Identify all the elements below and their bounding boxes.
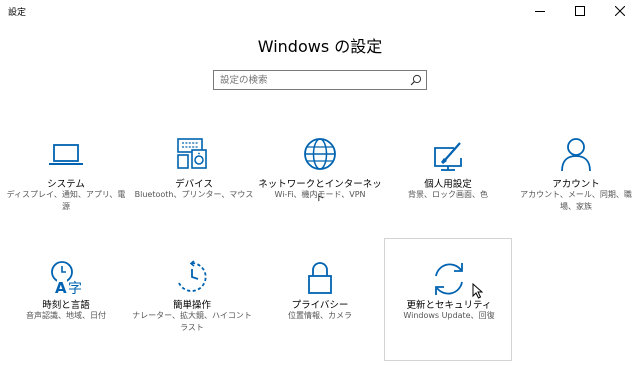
mouse-cursor-icon (472, 283, 483, 299)
tile-label: 個人用設定 (424, 179, 472, 190)
tile-ease-of-access[interactable]: 簡単操作 ナレーター、拡大鏡、ハイコントラスト (128, 259, 256, 368)
tile-label: 簡単操作 (172, 300, 211, 311)
search-icon[interactable] (410, 74, 422, 86)
tile-update-security[interactable]: 更新とセキュリティ Windows Update、回復 (384, 238, 512, 361)
tile-time-language[interactable]: A 字 時刻と言語 音声認識、地域、日付 (2, 259, 130, 368)
minimize-icon (535, 11, 545, 12)
svg-text:字: 字 (68, 281, 82, 297)
tile-system[interactable]: システム ディスプレイ、通知、アプリ、電源 (2, 136, 130, 258)
title-bar: 設定 (0, 0, 640, 22)
close-icon (615, 6, 625, 16)
tile-description: 音声認識、地域、日付 (26, 311, 106, 320)
tile-privacy[interactable]: プライバシー 位置情報、カメラ (256, 259, 384, 368)
time-language-icon: A 字 (51, 261, 82, 297)
tile-label: システム (47, 179, 85, 190)
tile-description: 背景、ロック画面、色 (408, 190, 488, 199)
tile-devices[interactable]: デバイス Bluetooth、プリンター、マウス (130, 136, 258, 258)
tile-description: Bluetooth、プリンター、マウス (134, 190, 254, 199)
tile-description: 位置情報、カメラ (288, 311, 352, 320)
ease-of-access-icon (178, 260, 207, 292)
tile-label: プライバシー (291, 300, 349, 311)
devices-icon (177, 138, 207, 169)
search-input[interactable] (220, 74, 400, 87)
tile-description: ディスプレイ、通知、アプリ、電源 (6, 190, 126, 211)
maximize-icon (575, 6, 585, 16)
tile-description: Windows Update、回復 (403, 311, 495, 320)
lock-icon (308, 262, 332, 294)
close-button[interactable] (600, 0, 640, 22)
search-box[interactable] (213, 70, 427, 90)
tile-description: Wi-Fi、機内モード、VPN (274, 190, 366, 199)
tile-label: 時刻と言語 (42, 300, 90, 311)
tile-label: アカウント (552, 179, 600, 190)
tile-network[interactable]: ネットワークとインターネット Wi-Fi、機内モード、VPN (256, 136, 384, 258)
maximize-button[interactable] (560, 0, 600, 22)
svg-text:A: A (55, 279, 67, 297)
tile-description: アカウント、メール、同期、職場、家族 (520, 190, 632, 211)
sync-icon (435, 263, 463, 295)
tile-label: デバイス (175, 179, 213, 190)
tile-description: ナレーター、拡大鏡、ハイコントラスト (132, 311, 252, 332)
minimize-button[interactable] (520, 0, 560, 22)
laptop-icon (49, 144, 83, 165)
personalization-icon (434, 142, 462, 171)
globe-icon (304, 138, 336, 170)
page-title: Windows の設定 (257, 37, 383, 56)
tile-accounts[interactable]: アカウント アカウント、メール、同期、職場、家族 (512, 136, 640, 258)
tile-label: 更新とセキュリティ (406, 300, 492, 311)
window-title: 設定 (8, 8, 27, 18)
person-icon (561, 138, 591, 172)
